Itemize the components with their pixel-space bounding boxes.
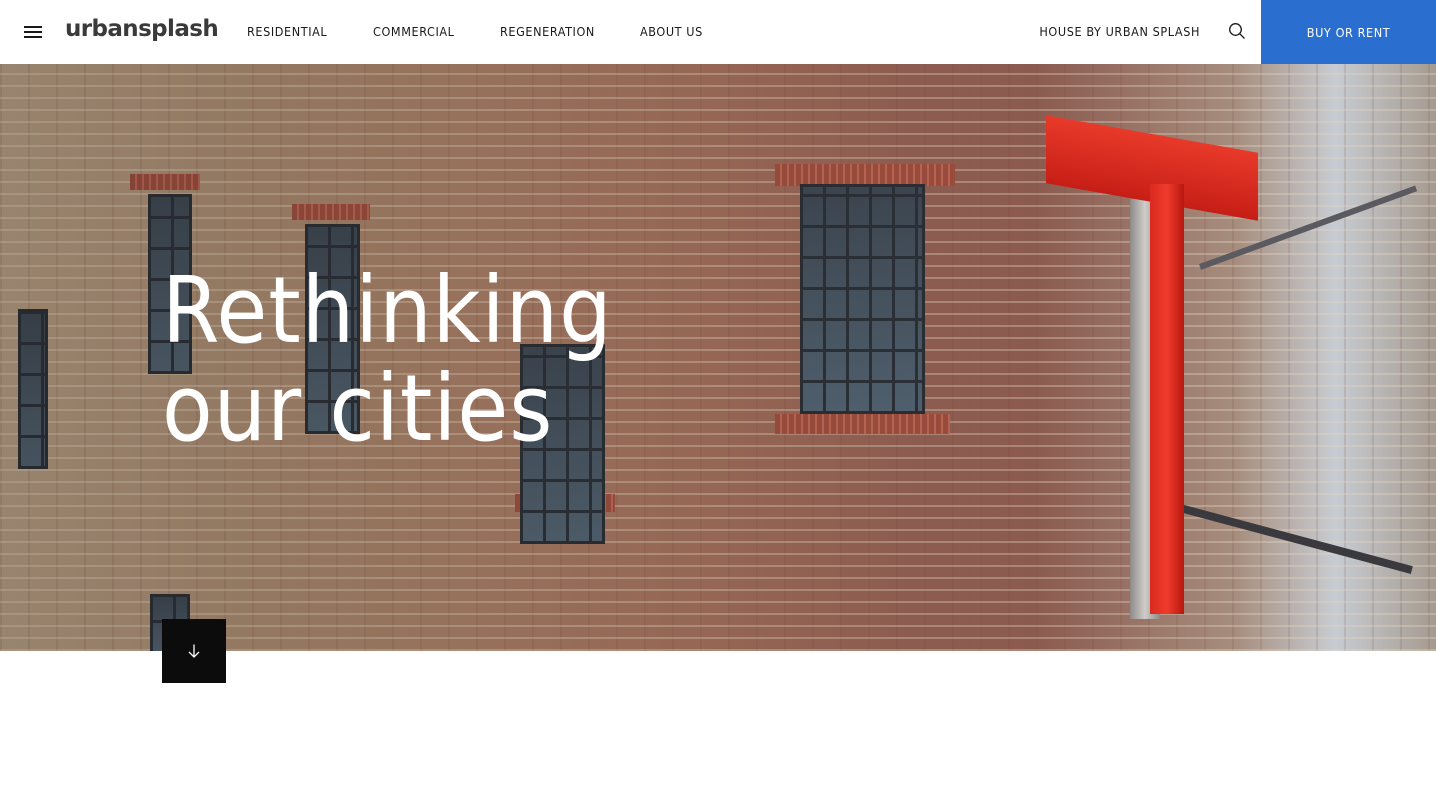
search-icon[interactable] bbox=[1228, 22, 1246, 40]
urbansplash-logo[interactable]: urbansplash bbox=[65, 14, 219, 44]
menu-bar bbox=[24, 26, 42, 28]
scroll-down-button[interactable] bbox=[162, 619, 226, 683]
menu-bar bbox=[24, 31, 42, 33]
nav-residential[interactable]: RESIDENTIAL bbox=[247, 24, 327, 40]
hero-title: Rethinking our cities bbox=[162, 262, 613, 458]
hero-title-line-1: Rethinking bbox=[162, 257, 613, 364]
buy-or-rent-button[interactable]: BUY OR RENT bbox=[1261, 0, 1436, 64]
arrow-down-icon bbox=[188, 644, 200, 658]
site-header: urbansplash RESIDENTIAL COMMERCIAL REGEN… bbox=[0, 0, 1436, 64]
hamburger-menu-icon[interactable] bbox=[24, 26, 42, 39]
nav-commercial[interactable]: COMMERCIAL bbox=[373, 24, 455, 40]
house-by-urban-splash-link[interactable]: HOUSE BY URBAN SPLASH bbox=[1039, 24, 1200, 40]
hero-banner: Rethinking our cities bbox=[0, 64, 1436, 651]
nav-about-us[interactable]: ABOUT US bbox=[640, 24, 703, 40]
nav-regeneration[interactable]: REGENERATION bbox=[500, 24, 595, 40]
red-t-sign-stem bbox=[1150, 184, 1184, 614]
menu-bar bbox=[24, 36, 42, 38]
hero-title-line-2: our cities bbox=[162, 355, 554, 462]
